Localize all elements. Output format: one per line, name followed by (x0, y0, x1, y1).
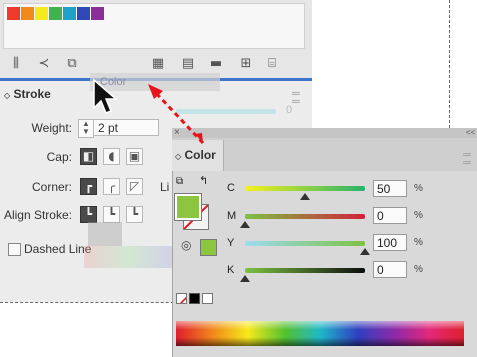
mouse-cursor-icon (93, 78, 119, 114)
drag-path-arrow (154, 91, 205, 145)
drag-annotation (93, 78, 205, 145)
drag-arrow-head (148, 84, 163, 99)
drag-arrow-tail (195, 133, 203, 143)
